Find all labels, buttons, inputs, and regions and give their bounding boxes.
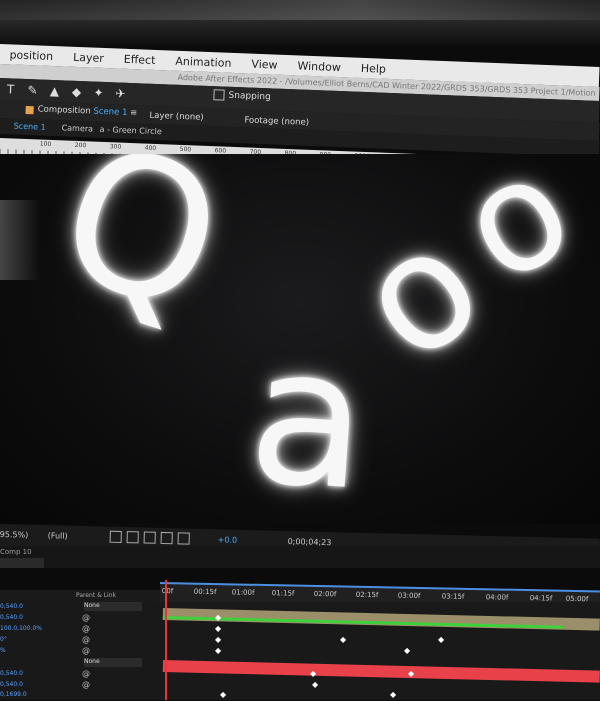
lock-icon	[25, 105, 34, 115]
eraser-tool-icon[interactable]: ◆	[65, 85, 88, 100]
resolution-dropdown[interactable]: (Full)	[48, 531, 68, 540]
keyframe-icon[interactable]: ◆	[215, 635, 221, 644]
tab-composition[interactable]: Composition Scene 1 ≡	[37, 104, 137, 118]
time-tick: 01:15f	[271, 589, 295, 598]
ruler-tick: 300	[109, 143, 122, 151]
table-row[interactable]: % @ ◆ ◆	[0, 646, 600, 657]
menu-composition[interactable]: position	[0, 47, 63, 63]
pickwhip-icon[interactable]: @	[82, 646, 90, 655]
timeline-playhead[interactable]	[165, 580, 167, 700]
menu-window[interactable]: Window	[287, 59, 351, 74]
parent-dropdown[interactable]: None	[84, 602, 142, 611]
transparency-grid-icon[interactable]	[126, 531, 139, 544]
property-value[interactable]: %	[0, 647, 6, 654]
keyframe-icon[interactable]: ◆	[310, 669, 316, 678]
screen-glare	[0, 200, 40, 280]
snapping-label: Snapping	[228, 90, 271, 102]
timeline-columns: Parent & Link	[0, 590, 160, 602]
timeline-layers: 0,540.0 None 0,540.0 @ ◆ 100.0,100.0% @ …	[0, 602, 600, 700]
timeline-search-input[interactable]	[0, 558, 44, 568]
property-value[interactable]: 0,540.0	[0, 603, 23, 610]
keyframe-icon[interactable]: ◆	[408, 669, 414, 678]
breadcrumb-camera[interactable]: Camera	[61, 123, 93, 133]
parent-dropdown[interactable]: None	[84, 658, 142, 667]
table-row[interactable]: 0,540.0 None	[0, 602, 600, 613]
time-tick: 01:00f	[231, 588, 255, 597]
clone-stamp-tool-icon[interactable]: ▲	[43, 84, 66, 99]
pickwhip-icon[interactable]: @	[82, 635, 90, 644]
pickwhip-icon[interactable]: @	[82, 669, 90, 678]
snapping-toggle[interactable]: Snapping	[213, 89, 271, 102]
property-value[interactable]: 0,1699.0	[0, 691, 27, 698]
table-row[interactable]: 0,540.0 @ ◆ ◆	[0, 669, 600, 680]
type-tool-icon[interactable]: T	[0, 82, 22, 97]
roto-brush-tool-icon[interactable]: ✦	[87, 85, 110, 100]
tab-footage[interactable]: Footage (none)	[244, 115, 309, 127]
time-tick: 00f	[161, 587, 174, 596]
time-tick: 03:15f	[441, 592, 465, 601]
zoom-level[interactable]: 95.5%)	[0, 530, 28, 540]
composition-viewer[interactable]: Q a o o	[0, 154, 600, 524]
keyframe-icon[interactable]: ◆	[220, 690, 226, 699]
tab-layer[interactable]: Layer (none)	[149, 111, 204, 123]
ruler-tick: 100	[39, 140, 52, 148]
keyframe-icon[interactable]: ◆	[404, 646, 410, 655]
menu-help[interactable]: Help	[351, 61, 397, 76]
pickwhip-icon[interactable]: @	[82, 624, 90, 633]
ruler-tick: 400	[144, 144, 157, 152]
property-value[interactable]: 0,540.0	[0, 670, 23, 677]
menu-animation[interactable]: Animation	[165, 54, 242, 70]
monitor-bezel	[0, 0, 600, 46]
keyframe-icon[interactable]: ◆	[215, 613, 221, 622]
table-row[interactable]: 0,540.0 @ ◆	[0, 613, 600, 624]
menu-layer[interactable]: Layer	[63, 50, 114, 65]
breadcrumb-layer[interactable]: a - Green Circle	[99, 125, 161, 136]
panel-menu-icon[interactable]: ≡	[130, 108, 138, 118]
exposure-value[interactable]: +0.0	[218, 535, 238, 544]
table-row[interactable]: 0° @ ◆ ◆ ◆	[0, 635, 600, 646]
time-tick: 00:15f	[193, 587, 217, 597]
region-of-interest-icon[interactable]	[109, 530, 122, 543]
menu-view[interactable]: View	[241, 57, 288, 72]
breadcrumb-scene[interactable]: Scene 1	[14, 122, 46, 132]
keyframe-icon[interactable]: ◆	[438, 635, 444, 644]
glyph-q[interactable]: Q	[36, 154, 247, 357]
table-row[interactable]: 0,1699.0 ◆ ◆	[0, 690, 600, 701]
property-value[interactable]: 0,540.0	[0, 614, 23, 621]
guides-icon[interactable]	[160, 531, 173, 545]
menu-effect[interactable]: Effect	[114, 52, 166, 67]
timeline-header: Comp 10	[0, 546, 600, 568]
keyframe-icon[interactable]: ◆	[215, 624, 221, 633]
table-row[interactable]: None	[0, 658, 600, 669]
keyframe-icon[interactable]: ◆	[215, 646, 221, 655]
table-row[interactable]: 100.0,100.0% @ ◆	[0, 624, 600, 635]
keyframe-icon[interactable]: ◆	[390, 690, 396, 699]
property-value[interactable]: 0,540.0	[0, 681, 23, 688]
time-tick: 04:00f	[485, 593, 509, 602]
comp-prefix: Composition	[37, 104, 91, 117]
pickwhip-icon[interactable]: @	[82, 680, 90, 689]
keyframe-icon[interactable]: ◆	[340, 635, 346, 644]
time-tick: 03:00f	[397, 591, 421, 601]
parent-link-header: Parent & Link	[76, 592, 116, 599]
snapping-checkbox-icon[interactable]	[213, 89, 225, 101]
mask-visibility-icon[interactable]	[143, 531, 156, 544]
property-value[interactable]: 0°	[0, 636, 7, 643]
ruler-tick: 500	[179, 145, 192, 154]
color-channel-icon[interactable]	[177, 532, 190, 545]
viewer-icons	[109, 530, 190, 545]
time-tick: 02:15f	[355, 590, 379, 600]
puppet-pin-tool-icon[interactable]: ✈	[109, 86, 132, 101]
comp-name: Scene 1	[93, 106, 128, 118]
keyframe-icon[interactable]: ◆	[312, 680, 318, 689]
property-value[interactable]: 100.0,100.0%	[0, 625, 42, 632]
time-tick: 02:00f	[313, 589, 337, 599]
timeline-comp-tab[interactable]: Comp 10	[0, 548, 32, 556]
ruler-tick: 200	[74, 141, 87, 150]
glyph-a[interactable]: a	[242, 304, 374, 524]
brush-tool-icon[interactable]: ✎	[21, 83, 44, 98]
pickwhip-icon[interactable]: @	[82, 613, 90, 622]
